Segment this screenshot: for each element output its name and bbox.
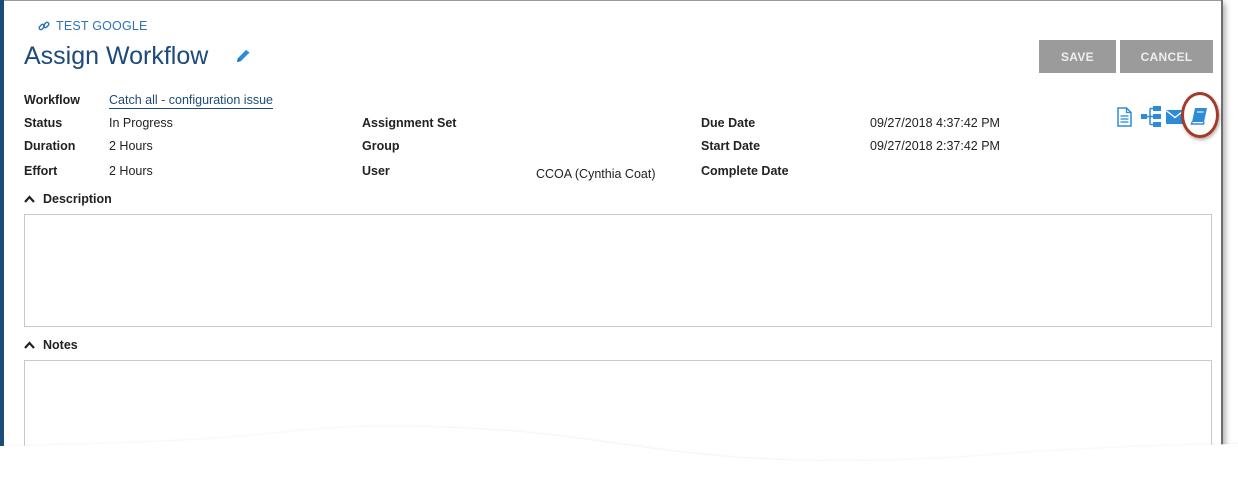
torn-edge <box>0 426 1238 478</box>
